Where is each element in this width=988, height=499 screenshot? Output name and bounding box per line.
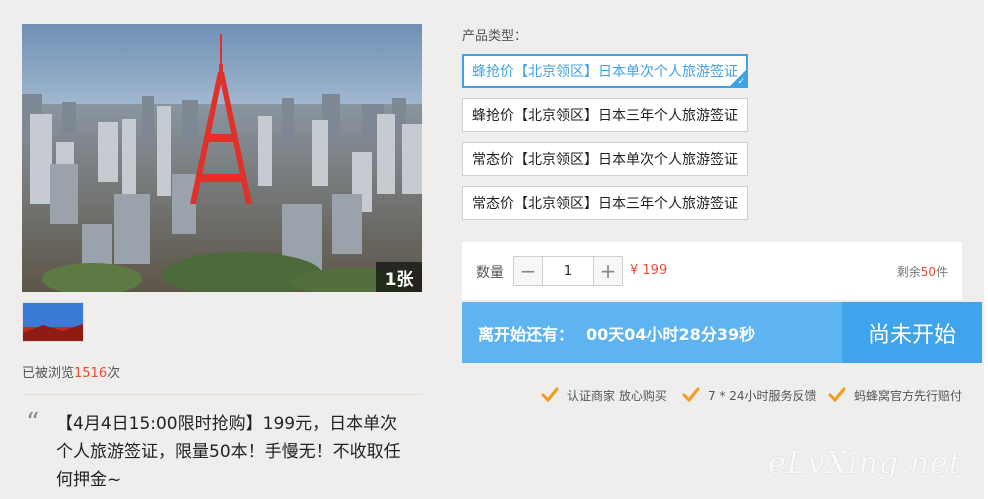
guarantee-item: 蚂蜂窝官方先行赔付 <box>828 386 962 404</box>
tokyo-skyline-image <box>22 24 422 292</box>
product-panel: 1张 已被浏览1516次 “ 【4月4日15:00限时抢购】199元，日本单次个… <box>0 0 984 499</box>
quantity-section: 数量 − 1 + ¥ 199 剩余50件 <box>462 242 962 300</box>
quote-icon: “ <box>26 408 40 438</box>
countdown-bar: 离开始还有： 00天04小时28分39秒 <box>462 302 842 363</box>
stock-suffix: 件 <box>935 265 948 279</box>
product-option-2[interactable]: 蜂抢价【北京领区】日本三年个人旅游签证 <box>462 98 748 132</box>
main-photo[interactable]: 1张 <box>22 24 422 292</box>
view-count-prefix: 已被浏览 <box>22 366 75 381</box>
guarantee-text: 认证商家 放心购买 <box>567 388 667 403</box>
photo-thumbnail[interactable] <box>22 302 84 342</box>
stock-prefix: 剩余 <box>896 265 921 279</box>
check-icon <box>828 387 846 403</box>
view-count: 已被浏览1516次 <box>22 362 120 381</box>
product-option-3[interactable]: 常态价【北京领区】日本单次个人旅游签证 <box>462 142 748 176</box>
stock-remaining: 剩余50件 <box>897 263 948 280</box>
guarantee-text: 7 * 24小时服务反馈 <box>708 388 817 403</box>
countdown-time: 00天04小时28分39秒 <box>586 324 756 344</box>
view-count-suffix: 次 <box>107 366 121 381</box>
check-icon: ✓ <box>737 77 745 87</box>
guarantee-item: 认证商家 放心购买 <box>541 386 667 404</box>
quantity-label: 数量 <box>476 265 504 281</box>
guarantee-item: 7 * 24小时服务反馈 <box>682 386 817 404</box>
decrease-button[interactable]: − <box>514 257 543 285</box>
guarantee-text: 蚂蜂窝官方先行赔付 <box>854 388 963 403</box>
product-option-label: 蜂抢价【北京领区】日本三年个人旅游签证 <box>472 108 738 124</box>
watermark: eLvXing.net <box>768 446 962 481</box>
quantity-input[interactable]: 1 <box>543 257 593 285</box>
photo-count-badge: 1张 <box>376 262 422 292</box>
price: ¥ 199 <box>630 263 668 278</box>
view-count-number: 1516 <box>74 366 108 381</box>
increase-button[interactable]: + <box>593 257 622 285</box>
not-started-button[interactable]: 尚未开始 <box>842 302 982 363</box>
product-type-label: 产品类型： <box>462 29 528 44</box>
stock-count: 50 <box>920 265 936 279</box>
check-icon <box>541 387 559 403</box>
check-icon <box>682 387 700 403</box>
product-option-1[interactable]: 蜂抢价【北京领区】日本单次个人旅游签证 ✓ <box>462 54 748 88</box>
product-option-label: 常态价【北京领区】日本三年个人旅游签证 <box>472 196 738 212</box>
quantity-stepper: − 1 + <box>513 256 623 286</box>
product-description: 【4月4日15:00限时抢购】199元，日本单次个人旅游签证，限量50本！手慢无… <box>56 414 401 490</box>
countdown-label: 离开始还有： <box>478 324 575 344</box>
product-option-label: 常态价【北京领区】日本单次个人旅游签证 <box>472 152 738 168</box>
product-option-label: 蜂抢价【北京领区】日本单次个人旅游签证 <box>472 64 738 80</box>
divider <box>22 394 422 395</box>
thumbnail-image <box>23 303 83 341</box>
product-option-4[interactable]: 常态价【北京领区】日本三年个人旅游签证 <box>462 186 748 220</box>
